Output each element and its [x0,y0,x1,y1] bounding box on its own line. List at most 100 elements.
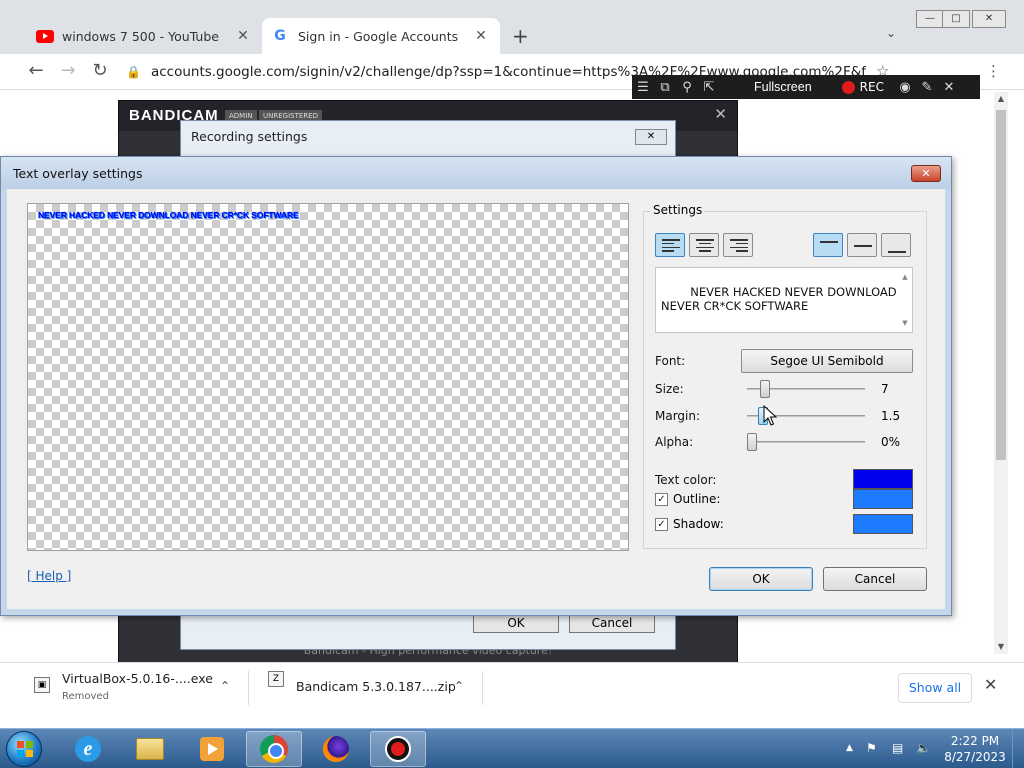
close-icon[interactable]: ✕ [984,675,997,694]
action-center-icon[interactable]: ⚑ [866,741,877,755]
align-right-button[interactable] [723,233,753,257]
taskbar-internet-explorer[interactable]: e [60,731,116,767]
align-center-button[interactable] [689,233,719,257]
download-name: VirtualBox-5.0.16-....exe [62,671,213,686]
valign-middle-button[interactable] [847,233,877,257]
minimize-button[interactable]: — [916,10,944,28]
settings-legend: Settings [651,203,705,217]
network-icon[interactable]: ▤ [892,741,903,755]
pencil-icon[interactable]: ✎ [916,80,938,95]
valign-bottom-icon [888,251,906,253]
resize-icon[interactable]: ⇱ [698,80,720,95]
alpha-value: 0% [881,435,901,449]
search-window-icon[interactable]: ⚲ [676,80,698,95]
capture-toolbar: ☰ ⧉ ⚲ ⇱ Fullscreen REC ◉ ✎ ✕ [632,75,980,99]
outline-color-swatch[interactable] [853,489,913,509]
camera-icon[interactable]: ◉ [894,80,916,95]
scroll-down-icon[interactable]: ▼ [994,642,1008,651]
fullscreen-label[interactable]: Fullscreen [754,80,812,94]
close-icon[interactable]: ✕ [911,165,941,182]
windows-logo-icon [17,741,33,757]
slider-thumb[interactable] [747,433,757,451]
start-button[interactable] [6,731,42,767]
scroll-up-icon[interactable]: ▲ [898,270,912,284]
download-item[interactable]: Z Bandicam 5.3.0.187....zip ⌃ [268,669,478,711]
window-mode-icon[interactable]: ⧉ [654,80,676,95]
taskbar: e ▲ ⚑ ▤ 🔈 2:22 PM 8/27/2023 [0,728,1024,768]
scroll-up-icon[interactable]: ▲ [994,94,1008,103]
margin-label: Margin: [655,409,701,423]
align-center-icon [696,239,714,252]
slider-thumb[interactable] [760,380,770,398]
cancel-button[interactable]: Cancel [569,613,655,633]
tab-search-icon[interactable]: ⌄ [886,26,896,40]
download-item[interactable]: ▣ VirtualBox-5.0.16-....exe Removed ⌃ [34,669,244,711]
align-right-icon [730,239,748,252]
size-slider[interactable] [747,379,865,399]
tab-youtube[interactable]: windows 7 500 - YouTube ✕ [26,18,262,54]
textarea-scrollbar[interactable]: ▲ ▼ [898,268,912,332]
volume-icon[interactable]: 🔈 [916,741,931,755]
size-value: 7 [881,382,889,396]
close-icon[interactable]: ✕ [714,105,727,123]
internet-explorer-icon: e [75,736,101,762]
alpha-label: Alpha: [655,435,694,449]
show-desktop-button[interactable] [1012,729,1024,768]
chevron-up-icon[interactable]: ⌃ [220,679,230,693]
help-link[interactable]: [ Help ] [27,569,71,583]
ok-button[interactable]: OK [709,567,813,591]
close-icon[interactable]: ✕ [472,28,490,44]
dialog-title: Text overlay settings [13,166,143,181]
settings-group: Settings NEVER HACKED NEVER DOWNLOAD NEV… [643,203,927,551]
bandicam-icon [385,736,411,762]
download-status: Removed [62,691,109,702]
menu-icon[interactable]: ☰ [632,80,654,95]
ok-button[interactable]: OK [473,613,559,633]
page-scrollbar[interactable]: ▲ ▼ [994,92,1008,654]
show-hidden-icons-icon[interactable]: ▲ [846,743,853,753]
show-all-button[interactable]: Show all [898,673,972,703]
slider-track [747,441,865,443]
cancel-button[interactable]: Cancel [823,567,927,591]
size-label: Size: [655,382,684,396]
close-icon[interactable]: ✕ [938,80,960,95]
close-icon[interactable]: ✕ [234,28,252,44]
text-color-swatch[interactable] [853,469,913,489]
valign-top-button[interactable] [813,233,843,257]
outline-checkbox[interactable]: ✓ [655,493,668,506]
taskbar-file-explorer[interactable] [122,731,178,767]
taskbar-bandicam[interactable] [370,731,426,767]
scroll-thumb[interactable] [996,110,1006,460]
back-icon[interactable]: ← [24,60,48,81]
shadow-color-swatch[interactable] [853,514,913,534]
tab-google-accounts[interactable]: G Sign in - Google Accounts ✕ [262,18,500,54]
tab-title: windows 7 500 - YouTube [62,28,219,44]
downloads-bar: ▣ VirtualBox-5.0.16-....exe Removed ⌃ Z … [0,662,1024,716]
reload-icon[interactable]: ↻ [88,60,112,81]
record-icon[interactable] [841,80,855,94]
maximize-button[interactable]: □ [942,10,970,28]
scroll-down-icon[interactable]: ▼ [898,316,912,330]
firefox-icon [323,736,349,762]
align-left-button[interactable] [655,233,685,257]
forward-icon[interactable]: → [56,60,80,81]
shadow-checkbox[interactable]: ✓ [655,518,668,531]
font-picker-button[interactable]: Segoe UI Semibold [741,349,913,373]
rec-label[interactable]: REC [860,80,884,94]
margin-value: 1.5 [881,409,901,423]
download-name: Bandicam 5.3.0.187....zip [296,679,456,694]
valign-bottom-button[interactable] [881,233,911,257]
overlay-preview: NEVER HACKED NEVER DOWNLOAD NEVER CR*CK … [27,203,629,551]
close-window-button[interactable]: ✕ [972,10,1006,28]
taskbar-media-player[interactable] [184,731,240,767]
chevron-up-icon[interactable]: ⌃ [454,679,464,693]
alpha-slider[interactable] [747,432,865,452]
overlay-text-input[interactable]: NEVER HACKED NEVER DOWNLOAD NEVER CR*CK … [655,267,913,333]
taskbar-firefox[interactable] [308,731,364,767]
new-tab-button[interactable]: + [512,24,529,48]
taskbar-chrome[interactable] [246,731,302,767]
menu-icon[interactable]: ⋮ [986,62,1001,80]
divider [482,671,483,705]
close-icon[interactable]: ✕ [635,129,667,145]
clock[interactable]: 2:22 PM 8/27/2023 [940,733,1010,765]
